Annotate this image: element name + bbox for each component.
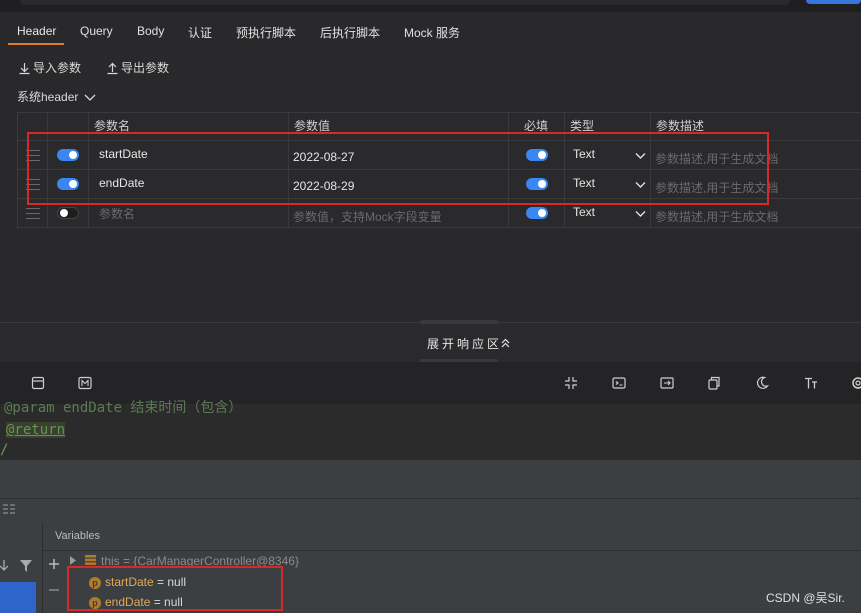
export-params-button[interactable]: 导出参数 (106, 59, 169, 76)
url-field[interactable] (20, 0, 790, 5)
request-tabs: Header Query Body 认证 预执行脚本 后执行脚本 Mock 服务 (0, 12, 861, 46)
markdown-icon[interactable] (78, 376, 92, 390)
plus-icon[interactable] (48, 558, 60, 570)
font-size-icon[interactable] (804, 376, 818, 390)
highlight-box (27, 132, 769, 205)
import-label: 导入参数 (33, 61, 82, 75)
field-stack-icon (85, 555, 96, 565)
debug-tabbar (0, 468, 861, 499)
settings-icon[interactable] (851, 376, 861, 390)
selected-frame[interactable] (0, 582, 36, 613)
expand-arrow-icon[interactable] (69, 556, 77, 565)
import-params-button[interactable]: 导入参数 (18, 59, 81, 76)
code-line-end: / (0, 442, 9, 458)
tab-pre-script[interactable]: 预执行脚本 (236, 24, 296, 41)
tab-header[interactable]: Header (17, 24, 56, 38)
tab-body[interactable]: Body (137, 24, 164, 38)
system-header-toggle[interactable]: 系统header (17, 88, 96, 105)
moon-icon[interactable] (755, 376, 769, 390)
return-tag: @return (6, 422, 66, 438)
drag-handle-icon[interactable] (26, 208, 40, 219)
terminal-icon[interactable] (612, 376, 626, 390)
code-line-return: @return (6, 422, 66, 438)
copy-icon[interactable] (707, 376, 721, 390)
active-tab-indicator (8, 43, 64, 45)
highlight-box (67, 566, 283, 611)
param-desc[interactable]: 参数描述,用于生成文档 (655, 208, 778, 225)
type-select[interactable]: Text (573, 205, 595, 219)
tab-query[interactable]: Query (80, 24, 113, 38)
arrow-down-icon[interactable] (0, 560, 8, 572)
param-value-input[interactable]: 参数值，支持Mock字段变量 (293, 208, 442, 225)
panel-divider[interactable] (0, 460, 861, 468)
enable-toggle[interactable] (57, 207, 79, 219)
expand-response-button[interactable]: 展开响应区 (427, 335, 511, 352)
tab-post-script[interactable]: 后执行脚本 (320, 24, 380, 41)
collapse-icon[interactable] (564, 376, 578, 390)
minus-icon[interactable] (48, 589, 60, 591)
variables-title: Variables (55, 530, 101, 542)
chevron-down-icon (84, 94, 96, 101)
layout-icon[interactable] (31, 376, 45, 390)
filter-icon[interactable] (20, 560, 32, 572)
watermark: CSDN @吴Sir. (766, 591, 845, 605)
split-view-icon[interactable] (660, 376, 674, 390)
tab-auth[interactable]: 认证 (188, 24, 212, 41)
send-button[interactable] (806, 0, 861, 4)
variables-header (42, 522, 861, 551)
export-icon (107, 62, 118, 75)
export-label: 导出参数 (121, 61, 170, 75)
param-name-input[interactable]: 参数名 (99, 205, 135, 222)
double-chevron-up-icon (501, 338, 510, 348)
code-line-param: @param endDate 结束时间（包含） (4, 400, 243, 416)
import-icon (19, 63, 30, 75)
expand-response-label: 展开响应区 (427, 337, 503, 351)
restore-layout-icon[interactable] (2, 503, 16, 515)
tab-mock[interactable]: Mock 服务 (404, 24, 460, 41)
system-header-label: 系统header (17, 90, 79, 104)
chevron-down-icon[interactable] (635, 210, 646, 218)
resize-handle[interactable] (420, 320, 498, 324)
required-toggle[interactable] (526, 207, 548, 219)
